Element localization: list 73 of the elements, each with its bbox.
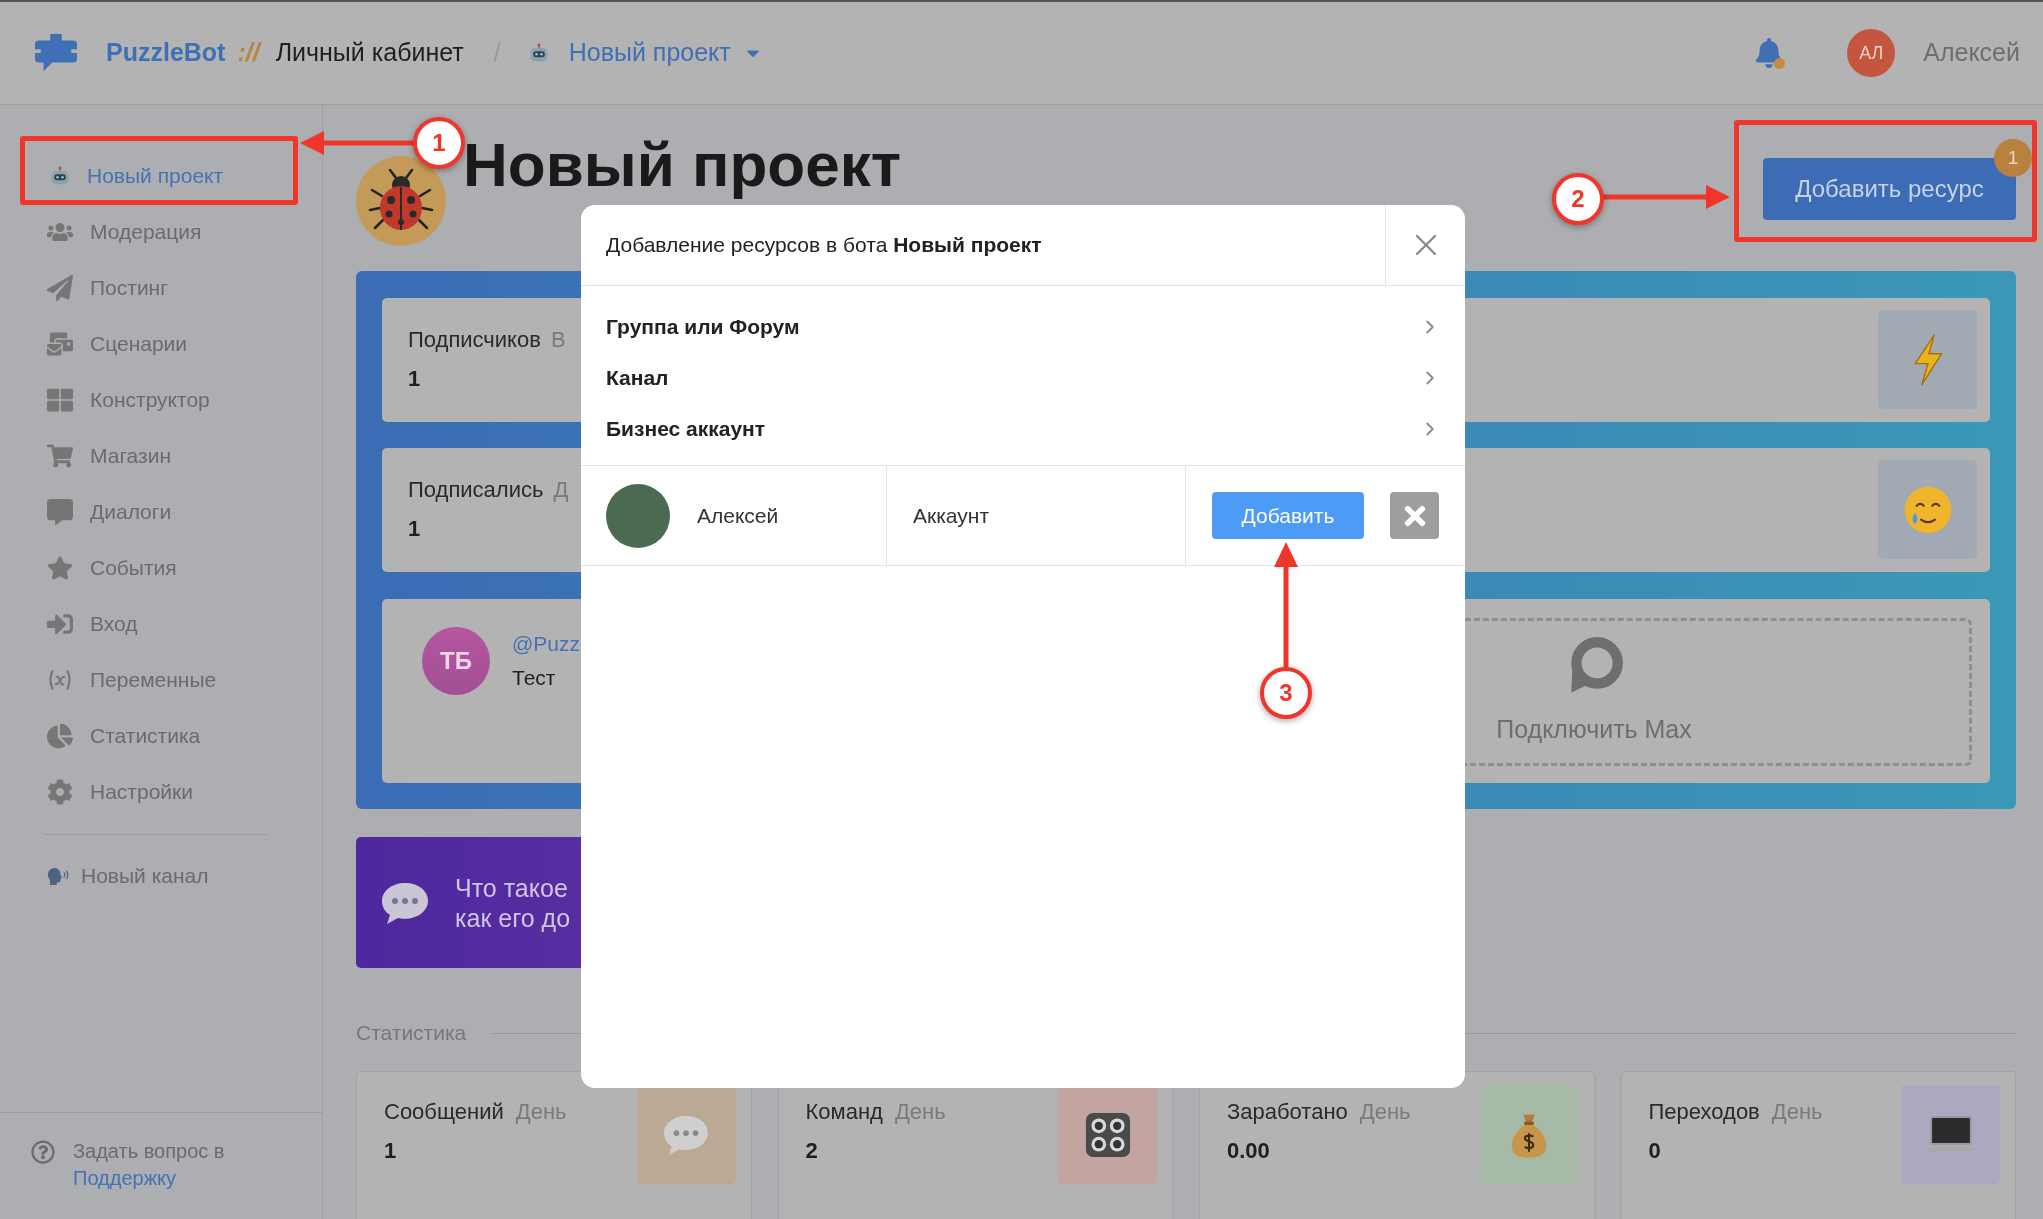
sign-in-icon [47, 611, 73, 637]
section-heading: Статистика [356, 1020, 467, 1047]
sidebar-item[interactable]: Модерация [47, 204, 208, 260]
stat-value: 0 [1648, 1137, 1662, 1165]
add-button[interactable]: Добавить [1212, 492, 1364, 539]
settings-icon [47, 779, 73, 805]
notification-bell-icon[interactable] [1753, 36, 1786, 70]
stat-period: День [1359, 1098, 1411, 1126]
cart-icon [47, 443, 73, 469]
sidebar-item[interactable]: Новый канал [47, 848, 215, 904]
stat-value: 1 [408, 365, 422, 393]
stat-label: Подписчиков [408, 326, 541, 354]
stat-value: 1 [408, 515, 422, 543]
user-avatar[interactable]: АЛ [1847, 29, 1896, 77]
remove-button[interactable] [1390, 492, 1439, 539]
menu-item[interactable]: Канал [581, 352, 1465, 403]
stat-label: Команд [805, 1098, 883, 1126]
sidebar-item[interactable]: Сценарии [47, 316, 194, 372]
stat-period: В [550, 326, 566, 354]
account-type: Аккаунт [913, 502, 989, 529]
banner-text: Что такое как его до [455, 872, 571, 933]
robot-icon [528, 43, 549, 63]
brand-separator: :// [237, 37, 260, 69]
sidebar-item[interactable]: Диалоги [47, 484, 178, 540]
robot-icon [50, 166, 70, 186]
stat-label: Переходов [1648, 1098, 1760, 1126]
stat-label: Заработано [1227, 1098, 1348, 1126]
sidebar-item[interactable]: Переменные [47, 652, 223, 708]
section-title: Личный кабинет [275, 37, 464, 69]
envelopes-icon [47, 331, 73, 357]
bot-avatar: ТБ [422, 627, 490, 695]
stat-period: День [894, 1098, 946, 1126]
menu-item[interactable]: Бизнес аккаунт [581, 403, 1465, 454]
star-icon [47, 555, 73, 581]
breadcrumb-separator: / [493, 37, 501, 69]
speaking-head-icon [47, 866, 69, 886]
stat-label: Сообщений [384, 1098, 504, 1126]
tear-smile-face-icon [1878, 460, 1977, 559]
project-dropdown[interactable]: Новый проект [528, 34, 763, 72]
paper-plane-icon [47, 275, 73, 301]
help-text: Задать вопрос в Поддержку [73, 1139, 226, 1191]
help-icon [31, 1140, 55, 1164]
bot-name: Тест [512, 665, 557, 691]
sidebar-item[interactable]: Конструктор [47, 372, 216, 428]
stat-value: 0.00 [1227, 1137, 1271, 1165]
support-link[interactable]: Поддержку [73, 1167, 176, 1189]
speech-bubble-icon [47, 499, 73, 525]
menu-item[interactable]: Группа или Форум [581, 301, 1465, 352]
dialog-title: Добавление ресурсов в бота Новый проект [605, 232, 1043, 259]
sidebar-item[interactable]: Магазин [47, 428, 177, 484]
stat-period: День [515, 1098, 567, 1126]
sidebar-item[interactable]: Вход [47, 596, 144, 652]
sidebar-item[interactable]: Статистика [47, 708, 207, 764]
speech-bubble-icon [380, 880, 430, 925]
lightning-icon [1878, 310, 1977, 409]
sidebar-item[interactable]: Настройки [47, 764, 199, 820]
user-name[interactable]: Алексей [1923, 34, 2020, 72]
ladybug-avatar-icon [356, 156, 446, 246]
stat-value: 2 [805, 1137, 819, 1165]
account-name: Алексей [697, 502, 779, 529]
stat-value: 1 [384, 1137, 398, 1165]
stat-period: Д [553, 476, 569, 504]
brand-name[interactable]: PuzzleBot [106, 34, 226, 72]
variable-icon [47, 667, 73, 693]
count-badge: 1 [1994, 139, 2032, 177]
sidebar-item[interactable]: Постинг [47, 260, 174, 316]
grid-icon [47, 387, 73, 413]
sidebar-item[interactable]: События [47, 540, 183, 596]
bot-username-link[interactable]: @Puzz [512, 630, 580, 658]
sidebar-item[interactable]: Новый проект [47, 148, 230, 204]
stat-period: День [1771, 1098, 1823, 1126]
pie-chart-icon [47, 723, 73, 749]
stat-label: Подписались [408, 476, 544, 504]
